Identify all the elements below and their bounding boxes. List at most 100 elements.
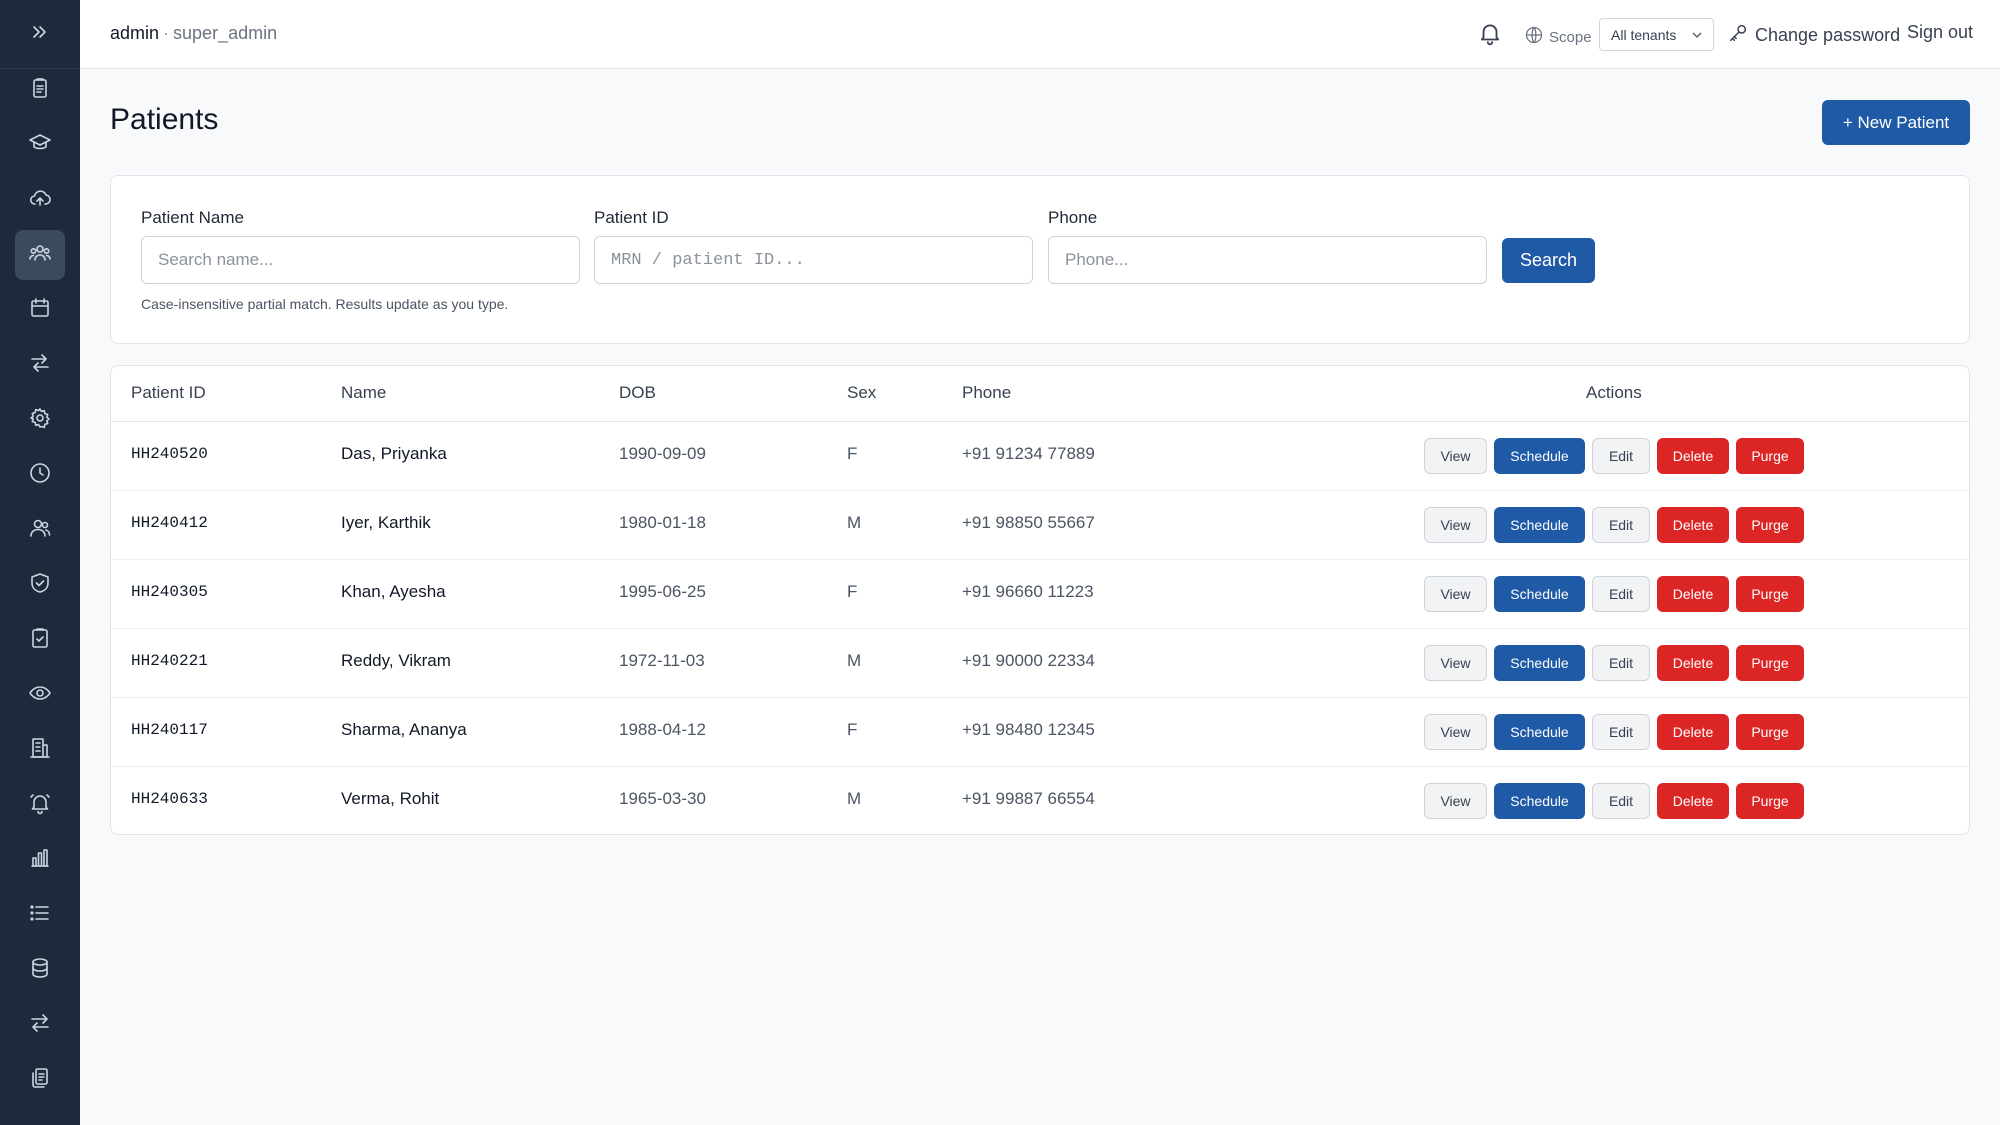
edit-button[interactable]: Edit bbox=[1592, 507, 1650, 543]
schedule-button[interactable]: Schedule bbox=[1494, 645, 1585, 681]
cell-sex: M bbox=[847, 789, 862, 808]
delete-button[interactable]: Delete bbox=[1657, 438, 1729, 474]
change-password-link[interactable]: Change password bbox=[1727, 22, 1900, 49]
edit-button[interactable]: Edit bbox=[1592, 783, 1650, 819]
sidebar-item-shield-check[interactable] bbox=[15, 560, 65, 610]
edit-button[interactable]: Edit bbox=[1592, 576, 1650, 612]
sidebar-item-users[interactable] bbox=[15, 505, 65, 555]
user-role: super_admin bbox=[173, 23, 278, 43]
view-button[interactable]: View bbox=[1424, 714, 1487, 750]
chevrons-right-icon bbox=[28, 20, 52, 49]
cell-dob: 1972-11-03 bbox=[619, 651, 705, 670]
documents-icon bbox=[28, 1066, 52, 1095]
sidebar-item-patients-group[interactable] bbox=[15, 230, 65, 280]
sidebar-item-database[interactable] bbox=[15, 945, 65, 995]
schedule-button[interactable]: Schedule bbox=[1494, 576, 1585, 612]
view-button[interactable]: View bbox=[1424, 438, 1487, 474]
cell-patient-id: HH240633 bbox=[131, 790, 208, 808]
phone-input[interactable] bbox=[1048, 236, 1487, 284]
patients-table: Patient ID Name DOB Sex Phone Actions HH… bbox=[110, 365, 1970, 835]
cell-sex: F bbox=[847, 582, 858, 601]
tenant-selected-value: All tenants bbox=[1611, 26, 1677, 43]
delete-button[interactable]: Delete bbox=[1657, 645, 1729, 681]
cell-phone: +91 99887 66554 bbox=[962, 789, 1095, 808]
sidebar-item-calendar[interactable] bbox=[15, 285, 65, 335]
scope-text: Scope bbox=[1549, 28, 1592, 46]
purge-button[interactable]: Purge bbox=[1736, 714, 1804, 750]
sidebar-item-eye[interactable] bbox=[15, 670, 65, 720]
schedule-button[interactable]: Schedule bbox=[1494, 783, 1585, 819]
delete-button[interactable]: Delete bbox=[1657, 507, 1729, 543]
purge-button[interactable]: Purge bbox=[1736, 576, 1804, 612]
view-button[interactable]: View bbox=[1424, 645, 1487, 681]
current-user: admin · super_admin bbox=[110, 23, 277, 44]
scope-label: Scope bbox=[1524, 25, 1592, 49]
row-actions: View Schedule Edit Delete Purge bbox=[1424, 645, 1804, 681]
purge-button[interactable]: Purge bbox=[1736, 783, 1804, 819]
cell-patient-id: HH240412 bbox=[131, 514, 208, 532]
sign-out-link[interactable]: Sign out bbox=[1907, 22, 1973, 43]
patient-name-label: Patient Name bbox=[141, 208, 244, 227]
search-button[interactable]: Search bbox=[1502, 238, 1595, 283]
search-hint: Case-insensitive partial match. Results … bbox=[141, 296, 509, 312]
sidebar-item-clock[interactable] bbox=[15, 450, 65, 500]
delete-button[interactable]: Delete bbox=[1657, 783, 1729, 819]
cell-patient-id: HH240221 bbox=[131, 652, 208, 670]
table-row: HH240221 Reddy, Vikram 1972-11-03 M +91 9000… bbox=[111, 629, 1969, 698]
notifications-button[interactable] bbox=[1477, 20, 1505, 48]
cell-phone: +91 98480 12345 bbox=[962, 720, 1095, 739]
patient-name-input[interactable] bbox=[141, 236, 580, 284]
edit-button[interactable]: Edit bbox=[1592, 438, 1650, 474]
sidebar-item-alarm-bell[interactable] bbox=[15, 780, 65, 830]
sidebar-item-gear[interactable] bbox=[15, 395, 65, 445]
schedule-button[interactable]: Schedule bbox=[1494, 714, 1585, 750]
table-row: HH240412 Iyer, Karthik 1980-01-18 M +91 9885… bbox=[111, 491, 1969, 560]
user-separator: · bbox=[163, 23, 170, 43]
sidebar-item-clipboard-list[interactable] bbox=[15, 65, 65, 115]
username: admin bbox=[110, 23, 160, 43]
phone-label: Phone bbox=[1048, 208, 1098, 227]
patients-group-icon bbox=[28, 241, 52, 270]
table-row: HH240633 Verma, Rohit 1965-03-30 M +91 99887… bbox=[111, 767, 1969, 834]
sidebar-item-graduation-cap[interactable] bbox=[15, 120, 65, 170]
cell-dob: 1988-04-12 bbox=[619, 720, 706, 739]
delete-button[interactable]: Delete bbox=[1657, 576, 1729, 612]
sidebar-item-building[interactable] bbox=[15, 725, 65, 775]
purge-button[interactable]: Purge bbox=[1736, 438, 1804, 474]
schedule-button[interactable]: Schedule bbox=[1494, 507, 1585, 543]
cell-name: Reddy, Vikram bbox=[341, 651, 451, 670]
delete-button[interactable]: Delete bbox=[1657, 714, 1729, 750]
sidebar-item-cloud-upload[interactable] bbox=[15, 175, 65, 225]
clipboard-check-icon bbox=[28, 626, 52, 655]
tenant-select[interactable]: All tenants bbox=[1599, 18, 1714, 51]
column-header-name: Name bbox=[341, 383, 387, 402]
users-icon bbox=[28, 516, 52, 545]
edit-button[interactable]: Edit bbox=[1592, 714, 1650, 750]
view-button[interactable]: View bbox=[1424, 507, 1487, 543]
new-patient-button[interactable]: + New Patient bbox=[1822, 100, 1970, 145]
eye-icon bbox=[28, 681, 52, 710]
sidebar-item-transfer-arrows[interactable] bbox=[15, 340, 65, 390]
sidebar-item-bar-chart[interactable] bbox=[15, 835, 65, 885]
sidebar-item-sync-arrows[interactable] bbox=[15, 1000, 65, 1050]
sidebar bbox=[0, 0, 80, 1125]
cell-phone: +91 98850 55667 bbox=[962, 513, 1095, 532]
patient-id-input[interactable] bbox=[594, 236, 1033, 284]
key-icon bbox=[1727, 22, 1755, 49]
column-header-phone: Phone bbox=[962, 383, 1012, 402]
sidebar-item-documents[interactable] bbox=[15, 1055, 65, 1105]
sidebar-item-clipboard-check[interactable] bbox=[15, 615, 65, 665]
purge-button[interactable]: Purge bbox=[1736, 645, 1804, 681]
patient-id-label: Patient ID bbox=[594, 208, 669, 227]
view-button[interactable]: View bbox=[1424, 783, 1487, 819]
view-button[interactable]: View bbox=[1424, 576, 1487, 612]
sidebar-toggle-button[interactable] bbox=[0, 0, 80, 69]
cell-name: Khan, Ayesha bbox=[341, 582, 446, 601]
edit-button[interactable]: Edit bbox=[1592, 645, 1650, 681]
schedule-button[interactable]: Schedule bbox=[1494, 438, 1585, 474]
top-bar: admin · super_admin Scope All tenants Chan… bbox=[80, 0, 2000, 69]
cell-dob: 1995-06-25 bbox=[619, 582, 706, 601]
list-icon bbox=[28, 901, 52, 930]
sidebar-item-list[interactable] bbox=[15, 890, 65, 940]
purge-button[interactable]: Purge bbox=[1736, 507, 1804, 543]
